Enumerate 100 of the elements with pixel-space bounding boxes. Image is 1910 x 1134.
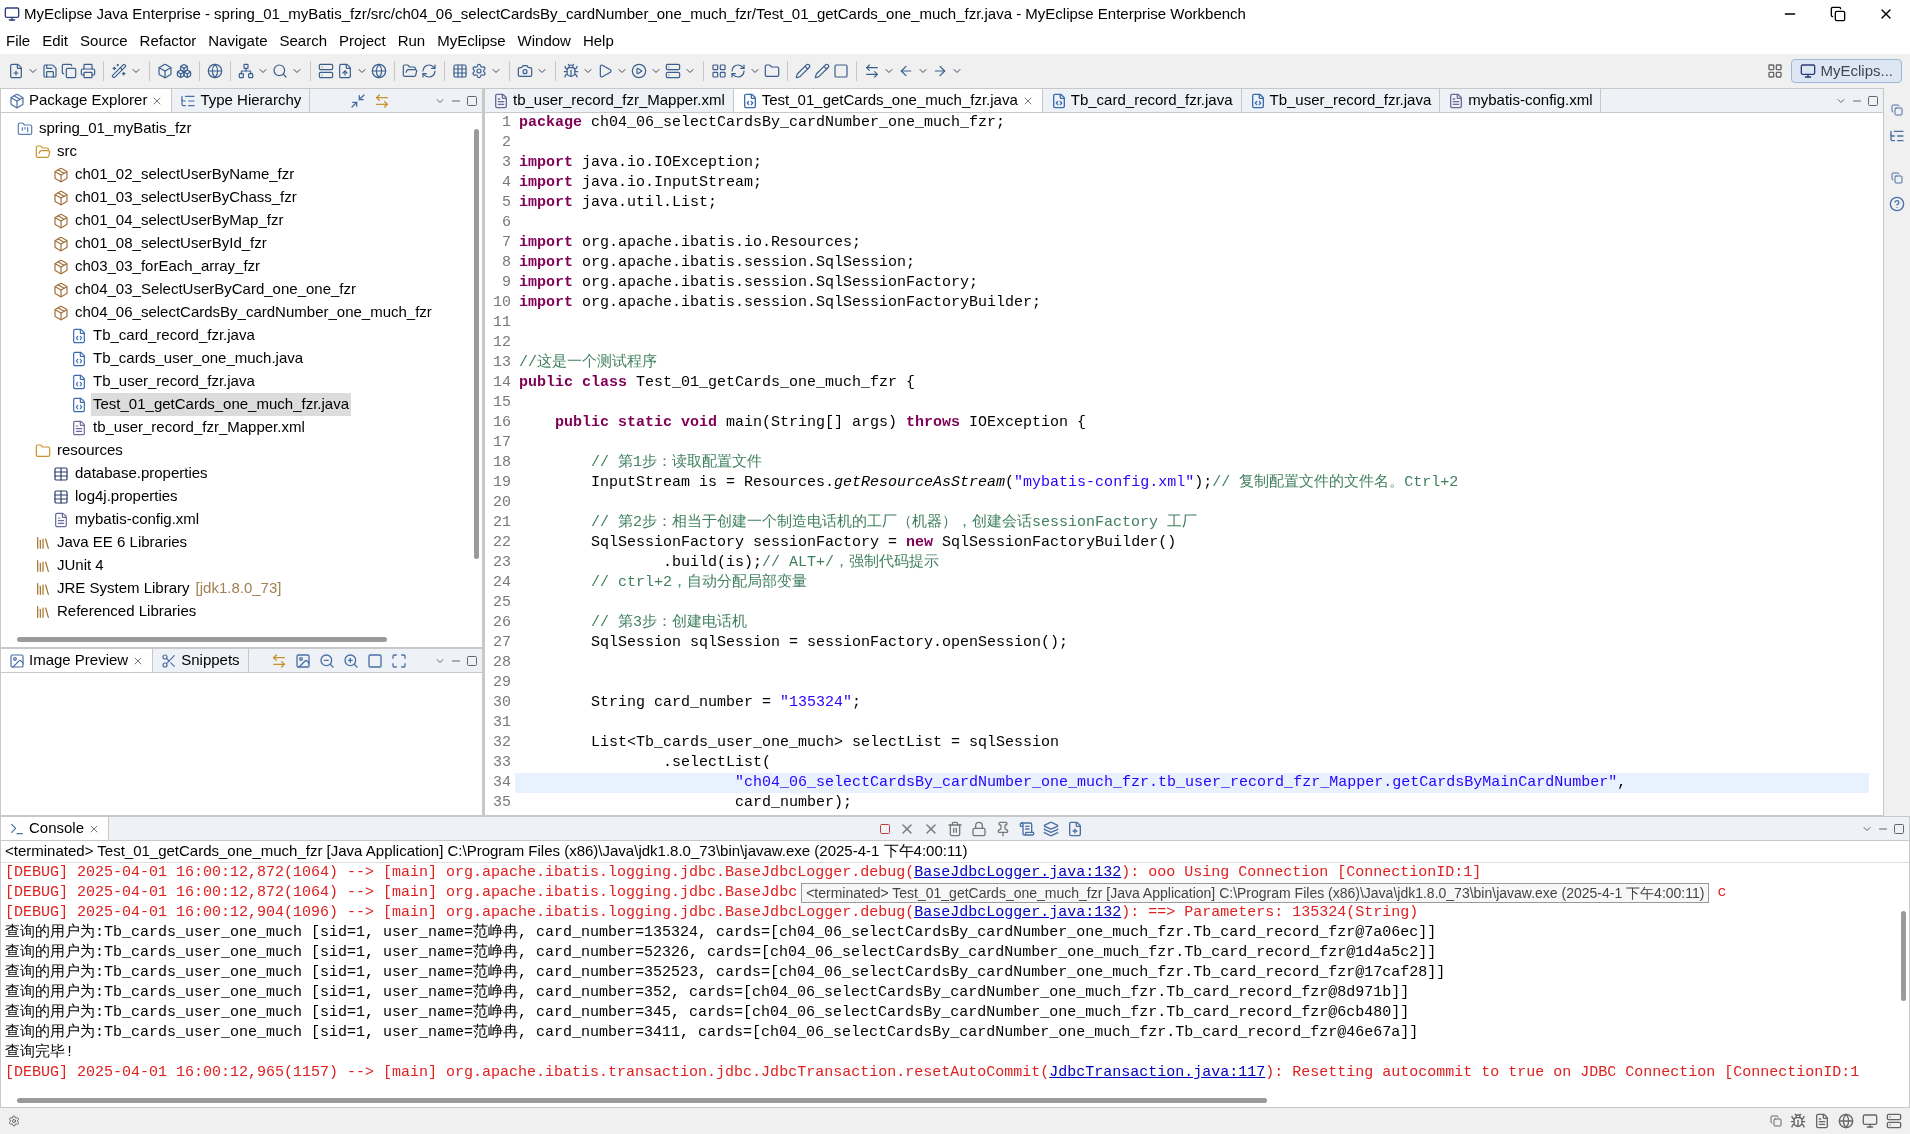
tree-item[interactable]: log4j.properties: [73, 485, 180, 508]
maximize-icon[interactable]: [1867, 94, 1879, 107]
image-icon[interactable]: [295, 652, 312, 669]
view-tab[interactable]: Package Explorer: [1, 89, 173, 112]
link-icon[interactable]: [271, 652, 288, 669]
back-icon[interactable]: [898, 63, 914, 79]
scrollbar-thumb[interactable]: [1900, 911, 1906, 1001]
open-perspective-icon[interactable]: [1767, 63, 1784, 79]
search-icon[interactable]: [272, 63, 288, 79]
tree-item[interactable]: spring_01_myBatis_fzr: [37, 117, 194, 140]
open-folder-icon[interactable]: [402, 63, 418, 79]
globe-icon[interactable]: [207, 63, 223, 79]
layout-icon[interactable]: [711, 63, 727, 79]
debug-icon[interactable]: [563, 63, 579, 79]
save-all-icon[interactable]: [61, 63, 77, 79]
link-editor-icon[interactable]: [374, 92, 391, 109]
stop-icon[interactable]: [879, 822, 891, 835]
menu-item[interactable]: Refactor: [133, 29, 203, 53]
menu-item[interactable]: Project: [333, 29, 392, 53]
tree-item[interactable]: src: [55, 140, 79, 163]
help-icon[interactable]: [1889, 196, 1905, 212]
tree-item[interactable]: Tb_card_record_fzr.java: [91, 324, 257, 347]
tree-item[interactable]: Tb_user_record_fzr.java: [91, 370, 257, 393]
new-console-icon[interactable]: [1067, 820, 1083, 837]
scrollbar-thumb[interactable]: [473, 129, 479, 559]
run-config-icon[interactable]: [631, 63, 647, 79]
tree-item[interactable]: JRE System Library: [55, 577, 192, 600]
wizard-icon[interactable]: [111, 63, 127, 79]
monitor-icon[interactable]: [1862, 1113, 1878, 1129]
perspective-button[interactable]: MyEclips...: [1791, 59, 1902, 83]
folder-icon[interactable]: [764, 63, 780, 79]
menu-item[interactable]: MyEclipse: [431, 29, 512, 53]
run-icon[interactable]: [597, 63, 613, 79]
tree-item[interactable]: JUnit 4: [55, 554, 106, 577]
tree-item[interactable]: ch03_03_forEach_array_fzr: [73, 255, 263, 278]
scrollbar-thumb[interactable]: [17, 636, 387, 642]
menu-item[interactable]: Navigate: [202, 29, 274, 53]
menu-item[interactable]: Window: [511, 29, 577, 53]
history-icon[interactable]: [864, 63, 880, 79]
display-console-icon[interactable]: [1043, 820, 1059, 837]
maximize-icon[interactable]: [466, 654, 478, 667]
server-run-icon[interactable]: [665, 63, 681, 79]
edit-icon[interactable]: [814, 63, 830, 79]
tree-item[interactable]: Tb_cards_user_one_much.java: [91, 347, 306, 370]
tree-item[interactable]: tb_user_record_fzr_Mapper.xml: [91, 416, 307, 439]
refresh-icon[interactable]: [421, 63, 437, 79]
tree-item[interactable]: Java EE 6 Libraries: [55, 531, 190, 554]
editor-tab[interactable]: Test_01_getCards_one_much_fzr.java: [733, 89, 1043, 112]
scroll-lock-icon[interactable]: [971, 820, 987, 837]
grid-icon[interactable]: [452, 63, 468, 79]
zoom-in-icon[interactable]: [343, 652, 360, 669]
forward-icon[interactable]: [932, 63, 948, 79]
save-icon[interactable]: [42, 63, 58, 79]
pin-icon[interactable]: [995, 820, 1011, 837]
tree-item[interactable]: resources: [55, 439, 125, 462]
menu-item[interactable]: Run: [391, 29, 432, 53]
network-icon[interactable]: [238, 63, 254, 79]
pencil-icon[interactable]: [795, 63, 811, 79]
tree-item[interactable]: ch04_03_SelectUserByCard_one_one_fzr: [73, 278, 358, 301]
globe-icon[interactable]: [1838, 1113, 1854, 1129]
menu-item[interactable]: Search: [273, 29, 333, 53]
maximize-icon[interactable]: [466, 94, 478, 107]
tree-item[interactable]: ch04_06_selectCardsBy_cardNumber_one_much_fzr: [73, 301, 434, 324]
tree-item[interactable]: ch01_04_selectUserByMap_fzr: [73, 209, 286, 232]
actual-size-icon[interactable]: [367, 652, 384, 669]
tree-item[interactable]: Test_01_getCards_one_much_fzr.java: [91, 393, 351, 416]
sync-icon[interactable]: [730, 63, 746, 79]
tree-item[interactable]: database.properties: [73, 462, 210, 485]
tree-item[interactable]: ch01_02_selectUserByName_fzr: [73, 163, 297, 186]
frame-icon[interactable]: [833, 63, 849, 79]
menu-item[interactable]: Help: [576, 29, 620, 53]
outline-icon[interactable]: [1889, 128, 1905, 144]
server-icon[interactable]: [318, 63, 334, 79]
deploy-icon[interactable]: [337, 63, 353, 79]
cube-icon[interactable]: [157, 63, 173, 79]
zoom-out-icon[interactable]: [319, 652, 336, 669]
camera-icon[interactable]: [517, 63, 533, 79]
cubes-icon[interactable]: [176, 63, 192, 79]
view-tab[interactable]: Image Preview: [1, 649, 154, 672]
tree-item[interactable]: Referenced Libraries: [55, 600, 199, 623]
scrollbar-thumb[interactable]: [17, 1097, 1267, 1103]
problems-icon[interactable]: [1790, 1113, 1806, 1129]
print-icon[interactable]: [80, 63, 96, 79]
tree-item[interactable]: ch01_08_selectUserById_fzr: [73, 232, 269, 255]
menu-item[interactable]: Edit: [36, 29, 75, 53]
settings-icon[interactable]: [471, 63, 487, 79]
menu-item[interactable]: File: [0, 29, 37, 53]
collapse-all-icon[interactable]: [350, 92, 367, 109]
clear-console-icon[interactable]: [947, 820, 963, 837]
tasks-icon[interactable]: [1814, 1113, 1830, 1129]
word-wrap-icon[interactable]: [1019, 820, 1035, 837]
maximize-icon[interactable]: [1893, 822, 1905, 835]
tree-item[interactable]: ch01_03_selectUserByChass_fzr: [73, 186, 299, 209]
restore-icon[interactable]: [1830, 6, 1846, 22]
new-file-icon[interactable]: [8, 63, 24, 79]
server-icon[interactable]: [1886, 1113, 1902, 1129]
view-tab[interactable]: Console: [1, 817, 110, 840]
browser-icon[interactable]: [371, 63, 387, 79]
tree-item[interactable]: mybatis-config.xml: [73, 508, 202, 531]
fit-icon[interactable]: [391, 652, 408, 669]
